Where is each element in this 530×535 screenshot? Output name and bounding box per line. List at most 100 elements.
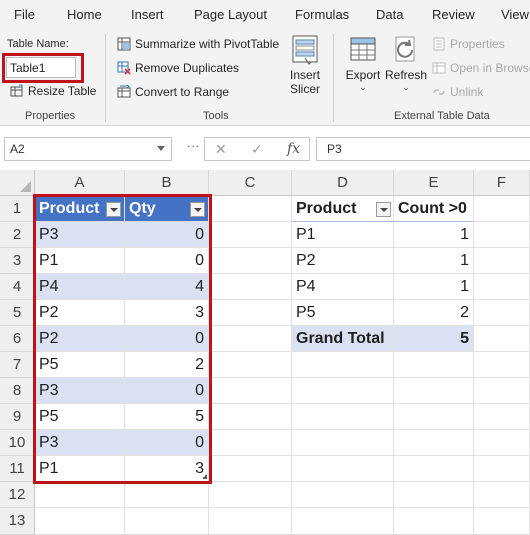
grid-cell[interactable] — [125, 508, 209, 535]
column-header-d[interactable]: D — [292, 170, 394, 196]
grid-cell[interactable] — [474, 274, 530, 300]
row-header[interactable]: 2 — [0, 222, 35, 248]
row-header[interactable]: 3 — [0, 248, 35, 274]
tab-insert[interactable]: Insert — [131, 7, 164, 22]
grid-cell[interactable] — [474, 378, 530, 404]
row-header[interactable]: 8 — [0, 378, 35, 404]
grid-cell[interactable] — [209, 222, 292, 248]
grid-cell[interactable] — [35, 482, 125, 508]
pivot-filter-dropdown-icon[interactable] — [376, 202, 391, 217]
grid-cell[interactable] — [394, 378, 474, 404]
tab-view[interactable]: View — [501, 7, 529, 22]
cancel-icon[interactable]: ✕ — [215, 141, 227, 158]
pivot-product-cell[interactable]: P1 — [292, 222, 394, 248]
row-header[interactable]: 5 — [0, 300, 35, 326]
refresh-dropdown-icon[interactable]: ⌄ — [385, 82, 427, 93]
grid-cell[interactable] — [474, 326, 530, 352]
grid-cell[interactable] — [474, 508, 530, 535]
row-header[interactable]: 6 — [0, 326, 35, 352]
column-header-b[interactable]: B — [125, 170, 209, 196]
grid-cell[interactable] — [292, 378, 394, 404]
tab-file[interactable]: File — [14, 7, 35, 22]
grid-cell[interactable] — [209, 456, 292, 482]
pivot-product-cell[interactable]: P5 — [292, 300, 394, 326]
grid-cell[interactable] — [394, 508, 474, 535]
pivot-total-label[interactable]: Grand Total — [292, 326, 394, 352]
grid-cell[interactable] — [209, 300, 292, 326]
row-header[interactable]: 12 — [0, 482, 35, 508]
column-header-c[interactable]: C — [209, 170, 292, 196]
row-header[interactable]: 10 — [0, 430, 35, 456]
resize-table-button[interactable]: Resize Table — [10, 84, 96, 98]
formula-bar-grip-icon[interactable]: ⋮ — [186, 140, 201, 152]
grid-cell[interactable] — [209, 378, 292, 404]
tab-review[interactable]: Review — [432, 7, 475, 22]
row-header[interactable]: 4 — [0, 274, 35, 300]
grid-cell[interactable] — [474, 196, 530, 222]
tab-home[interactable]: Home — [67, 7, 102, 22]
export-dropdown-icon[interactable]: ⌄ — [343, 82, 383, 93]
grid-cell[interactable] — [209, 352, 292, 378]
grid-cell[interactable] — [209, 196, 292, 222]
column-header-e[interactable]: E — [394, 170, 474, 196]
remove-duplicates-button[interactable]: Remove Duplicates — [117, 61, 239, 75]
pivot-product-cell[interactable]: P2 — [292, 248, 394, 274]
pivot-count-cell[interactable]: 1 — [394, 274, 474, 300]
grid-cell[interactable] — [125, 482, 209, 508]
grid-cell[interactable] — [474, 456, 530, 482]
pivot-count-cell[interactable]: 2 — [394, 300, 474, 326]
grid-cell[interactable] — [474, 430, 530, 456]
unlink-button[interactable]: Unlink — [432, 85, 483, 99]
grid-cell[interactable] — [209, 508, 292, 535]
grid-cell[interactable] — [474, 404, 530, 430]
grid-cell[interactable] — [474, 248, 530, 274]
convert-to-range-button[interactable]: Convert to Range — [117, 84, 229, 99]
properties-button[interactable]: Properties — [432, 37, 505, 51]
tab-data[interactable]: Data — [376, 7, 403, 22]
refresh-button[interactable]: Refresh ⌄ — [385, 34, 427, 93]
grid-cell[interactable] — [292, 430, 394, 456]
grid-cell[interactable] — [292, 508, 394, 535]
name-box[interactable]: A2 — [4, 137, 172, 161]
grid-cell[interactable] — [474, 482, 530, 508]
grid-cell[interactable] — [292, 352, 394, 378]
grid-cell[interactable] — [209, 248, 292, 274]
summarize-pivottable-button[interactable]: Summarize with PivotTable — [117, 37, 279, 51]
grid-cell[interactable] — [474, 300, 530, 326]
export-button[interactable]: Export ⌄ — [343, 34, 383, 93]
select-all-button[interactable] — [0, 170, 35, 196]
grid-cell[interactable] — [394, 352, 474, 378]
insert-function-icon[interactable]: fx — [287, 141, 300, 157]
pivot-header-cell[interactable]: Product — [292, 196, 394, 222]
grid-cell[interactable] — [209, 326, 292, 352]
grid-cell[interactable] — [35, 508, 125, 535]
open-in-browser-button[interactable]: Open in Browser — [432, 61, 530, 75]
grid-cell[interactable] — [209, 404, 292, 430]
column-header-a[interactable]: A — [35, 170, 125, 196]
insert-slicer-button[interactable]: Insert Slicer — [287, 34, 323, 96]
name-box-dropdown-icon[interactable] — [157, 146, 165, 151]
grid-cell[interactable] — [209, 430, 292, 456]
pivot-product-cell[interactable]: P4 — [292, 274, 394, 300]
tab-formulas[interactable]: Formulas — [295, 7, 349, 22]
grid-cell[interactable] — [292, 482, 394, 508]
grid-cell[interactable] — [292, 404, 394, 430]
grid-cell[interactable] — [394, 456, 474, 482]
row-header[interactable]: 1 — [0, 196, 35, 222]
grid-cell[interactable] — [209, 274, 292, 300]
grid-cell[interactable] — [292, 456, 394, 482]
enter-icon[interactable]: ✓ — [251, 141, 263, 158]
grid-cell[interactable] — [474, 222, 530, 248]
column-header-f[interactable]: F — [474, 170, 530, 196]
grid-cell[interactable] — [394, 482, 474, 508]
grid-cell[interactable] — [394, 430, 474, 456]
pivot-total-value[interactable]: 5 — [394, 326, 474, 352]
row-header[interactable]: 13 — [0, 508, 35, 535]
formula-input[interactable]: P3 — [316, 137, 530, 161]
row-header[interactable]: 9 — [0, 404, 35, 430]
pivot-header-cell[interactable]: Count >0 — [394, 196, 474, 222]
grid-cell[interactable] — [474, 352, 530, 378]
pivot-count-cell[interactable]: 1 — [394, 222, 474, 248]
pivot-count-cell[interactable]: 1 — [394, 248, 474, 274]
row-header[interactable]: 7 — [0, 352, 35, 378]
